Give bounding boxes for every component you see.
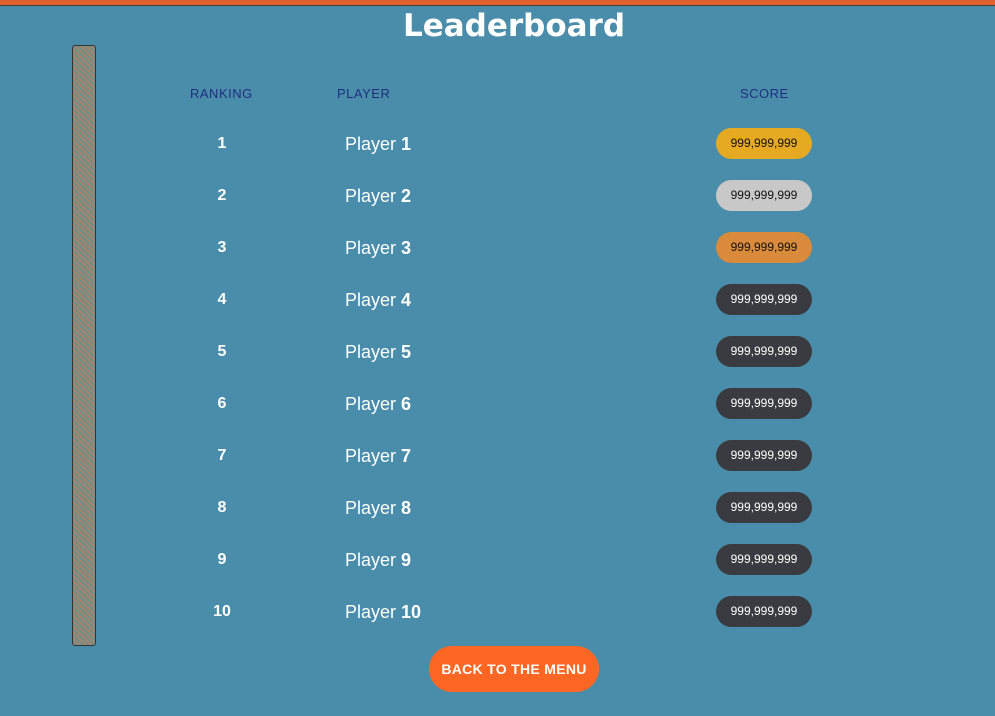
player-name: Player 6	[345, 388, 411, 420]
leaderboard-row: 4 Player 4 999,999,999	[0, 284, 995, 316]
player-name-number: 10	[401, 602, 422, 622]
player-name: Player 8	[345, 492, 411, 524]
rank-number: 10	[213, 603, 231, 620]
player-name-label: Player	[345, 394, 397, 414]
player-name-number: 1	[401, 134, 412, 154]
leaderboard-row: 1 Player 1 999,999,999	[0, 128, 995, 160]
rank-number: 5	[217, 343, 227, 360]
rank-number: 1	[217, 135, 227, 152]
score-column-header: SCORE	[740, 86, 789, 101]
player-name-label: Player	[345, 186, 397, 206]
player-name-label: Player	[345, 342, 397, 362]
player-name: Player 7	[345, 440, 411, 472]
player-name: Player 5	[345, 336, 411, 368]
leaderboard-row: 3 Player 3 999,999,999	[0, 232, 995, 264]
back-to-menu-button[interactable]: BACK TO THE MENU	[429, 646, 599, 692]
player-name-number: 4	[401, 290, 412, 310]
player-name-number: 2	[401, 186, 412, 206]
player-name-number: 7	[401, 446, 412, 466]
player-name: Player 1	[345, 128, 411, 160]
score-badge: 999,999,999	[716, 128, 812, 159]
player-name-label: Player	[345, 446, 397, 466]
rank-number: 2	[217, 187, 227, 204]
score-badge: 999,999,999	[716, 284, 812, 315]
player-name-label: Player	[345, 602, 397, 622]
score-badge: 999,999,999	[716, 388, 812, 419]
player-name-number: 6	[401, 394, 412, 414]
rank-number: 6	[217, 395, 227, 412]
rank-number: 7	[217, 447, 227, 464]
player-name: Player 10	[345, 596, 421, 628]
player-name: Player 4	[345, 284, 411, 316]
player-name: Player 3	[345, 232, 411, 264]
player-name-label: Player	[345, 134, 397, 154]
rank-number: 8	[217, 499, 227, 516]
leaderboard-row: 5 Player 5 999,999,999	[0, 336, 995, 368]
rank-number: 3	[217, 239, 227, 256]
leaderboard-row: 10 Player 10 999,999,999	[0, 596, 995, 628]
leaderboard-row: 8 Player 8 999,999,999	[0, 492, 995, 524]
player-column-header: PLAYER	[337, 86, 391, 101]
page-title: Leaderboard	[402, 8, 626, 44]
score-badge: 999,999,999	[716, 440, 812, 471]
rank-number: 9	[217, 551, 227, 568]
score-badge: 999,999,999	[716, 544, 812, 575]
rank-number: 4	[217, 291, 227, 308]
player-name-number: 5	[401, 342, 412, 362]
leaderboard-row: 2 Player 2 999,999,999	[0, 180, 995, 212]
score-badge: 999,999,999	[716, 336, 812, 367]
player-name-label: Player	[345, 550, 397, 570]
player-name-number: 3	[401, 238, 412, 258]
score-badge: 999,999,999	[716, 180, 812, 211]
leaderboard-row: 9 Player 9 999,999,999	[0, 544, 995, 576]
score-badge: 999,999,999	[716, 232, 812, 263]
player-name-number: 9	[401, 550, 412, 570]
player-name: Player 9	[345, 544, 411, 576]
ranking-column-header: RANKING	[190, 86, 253, 101]
top-accent-bar	[0, 0, 995, 6]
player-name-label: Player	[345, 238, 397, 258]
player-name-label: Player	[345, 498, 397, 518]
score-badge: 999,999,999	[716, 596, 812, 627]
leaderboard-row: 6 Player 6 999,999,999	[0, 388, 995, 420]
player-name-label: Player	[345, 290, 397, 310]
score-badge: 999,999,999	[716, 492, 812, 523]
player-name-number: 8	[401, 498, 412, 518]
leaderboard-row: 7 Player 7 999,999,999	[0, 440, 995, 472]
player-name: Player 2	[345, 180, 411, 212]
